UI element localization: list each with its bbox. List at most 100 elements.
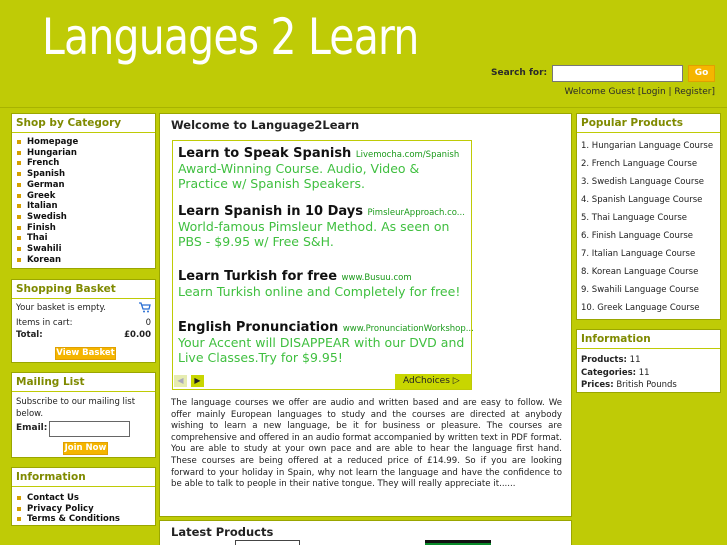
category-box: Shop by Category Homepage Hungarian Fren… [11, 113, 156, 269]
latest-products-box: Latest Products [159, 520, 572, 545]
category-item[interactable]: Homepage [16, 137, 151, 148]
site-logo[interactable]: Languages 2 Learn [42, 8, 419, 66]
info-products-value: 11 [629, 355, 641, 365]
view-basket-button[interactable]: View Basket [55, 347, 116, 360]
product-thumbnail[interactable] [235, 540, 300, 545]
info-categories-row: Categories: 11 [577, 367, 720, 380]
search-go-button[interactable]: Go [688, 65, 715, 82]
search-label: Search for: [491, 68, 548, 78]
basket-items-value: 0 [145, 318, 151, 328]
category-list: Homepage Hungarian French Spanish German… [12, 133, 155, 265]
popular-item[interactable]: 2. French Language Course [581, 155, 716, 173]
popular-title: Popular Products [577, 114, 720, 133]
category-item[interactable]: Hungarian [16, 148, 151, 159]
mailing-text: Subscribe to our mailing list below. [16, 397, 136, 419]
category-item[interactable]: Swahili [16, 244, 151, 255]
ad-item[interactable]: English Pronunciation www.PronunciationW… [178, 320, 474, 365]
popular-item[interactable]: 8. Korean Language Course [581, 263, 716, 281]
ad-item[interactable]: Learn to Speak Spanish Livemocha.com/Spa… [178, 146, 459, 191]
adchoices-badge[interactable]: AdChoices ▷ [395, 374, 471, 389]
category-item[interactable]: Finish [16, 223, 151, 234]
ad-url[interactable]: www.PronunciationWorkshop... [343, 324, 474, 334]
popular-box: Popular Products 1. Hungarian Language C… [576, 113, 721, 320]
product-thumbnail[interactable] [425, 540, 491, 545]
info-link[interactable]: Privacy Policy [16, 504, 151, 515]
ad-url[interactable]: Livemocha.com/Spanish [356, 150, 459, 160]
info-products-label: Products: [581, 355, 627, 365]
info-categories-value: 11 [638, 367, 650, 378]
basket-empty-text: Your basket is empty. [16, 303, 107, 313]
popular-list: 1. Hungarian Language Course 2. French L… [577, 133, 720, 317]
welcome-suffix: ] [711, 87, 715, 97]
register-link[interactable]: Register [674, 87, 711, 97]
info-left-title: Information [12, 468, 155, 487]
info-prices-value: British Pounds [616, 380, 677, 390]
login-link[interactable]: Login [641, 87, 665, 97]
info-right-box: Information Products: 11 Categories: 11 … [576, 329, 721, 393]
intro-paragraph: The language courses we offer are audio … [171, 398, 562, 490]
category-item[interactable]: Greek [16, 191, 151, 202]
mailing-box: Mailing List Subscribe to our mailing li… [11, 372, 156, 458]
ad-body: Learn Turkish online and Completely for … [178, 284, 461, 299]
ad-headline-row: English Pronunciation www.PronunciationW… [178, 320, 474, 335]
info-link[interactable]: Contact Us [16, 493, 151, 504]
basket-box: Shopping Basket Your basket is empty. It… [11, 279, 156, 363]
site-header: Languages 2 Learn Search for: Go Welcome… [0, 0, 727, 108]
category-item[interactable]: Korean [16, 255, 151, 266]
ad-url[interactable]: PimsleurApproach.co... [368, 208, 465, 218]
category-item[interactable]: Spanish [16, 169, 151, 180]
popular-item[interactable]: 5. Thai Language Course [581, 209, 716, 227]
basket-items-label: Items in cart: [16, 318, 73, 328]
popular-item[interactable]: 3. Swedish Language Course [581, 173, 716, 191]
ad-headline-row: Learn Turkish for free www.Busuu.com [178, 269, 468, 284]
basket-total-label: Total: [16, 330, 43, 340]
popular-item[interactable]: 1. Hungarian Language Course [581, 137, 716, 155]
ad-block: Learn to Speak Spanish Livemocha.com/Spa… [172, 140, 474, 390]
basket-total-row: Total: £0.00 [12, 329, 155, 341]
ad-next-arrow-icon[interactable]: ▶ [191, 375, 204, 387]
info-products-row: Products: 11 [577, 349, 720, 367]
ad-item[interactable]: Learn Spanish in 10 Days PimsleurApproac… [178, 204, 468, 249]
ad-body: World-famous Pimsleur Method. As seen on… [178, 219, 450, 249]
basket-title: Shopping Basket [12, 280, 155, 299]
popular-item[interactable]: 10. Greek Language Course [581, 299, 716, 317]
ad-body: Award-Winning Course. Audio, Video & Pra… [178, 161, 420, 191]
popular-item[interactable]: 4. Spanish Language Course [581, 191, 716, 209]
info-left-list: Contact Us Privacy Policy Terms & Condit… [12, 487, 155, 525]
basket-items-row: Items in cart: 0 [12, 317, 155, 329]
basket-empty-row: Your basket is empty. [12, 299, 155, 314]
info-link[interactable]: Terms & Conditions [16, 514, 151, 525]
popular-item[interactable]: 6. Finish Language Course [581, 227, 716, 245]
email-label: Email: [16, 423, 48, 433]
ad-url[interactable]: www.Busuu.com [342, 273, 412, 283]
info-right-title: Information [577, 330, 720, 349]
cart-icon [139, 302, 151, 313]
info-left-box: Information Contact Us Privacy Policy Te… [11, 467, 156, 526]
adchoices-label: AdChoices [403, 376, 450, 386]
ad-headline[interactable]: English Pronunciation [178, 320, 338, 335]
popular-item[interactable]: 7. Italian Language Course [581, 245, 716, 263]
ad-headline[interactable]: Learn Spanish in 10 Days [178, 204, 363, 219]
ad-headline[interactable]: Learn Turkish for free [178, 269, 337, 284]
ad-prev-arrow-icon[interactable]: ◀ [174, 375, 187, 387]
ad-headline-row: Learn to Speak Spanish Livemocha.com/Spa… [178, 146, 459, 161]
basket-total-value: £0.00 [124, 330, 151, 340]
category-item[interactable]: Italian [16, 201, 151, 212]
ad-headline-row: Learn Spanish in 10 Days PimsleurApproac… [178, 204, 468, 219]
info-categories-label: Categories: [581, 367, 637, 378]
popular-item[interactable]: 9. Swahili Language Course [581, 281, 716, 299]
ad-body: Your Accent will DISAPPEAR with our DVD … [178, 335, 465, 365]
join-now-button[interactable]: Join Now [63, 442, 108, 455]
ad-headline[interactable]: Learn to Speak Spanish [178, 146, 351, 161]
email-field[interactable] [49, 421, 130, 437]
category-item[interactable]: German [16, 180, 151, 191]
adchoices-icon: ▷ [452, 376, 460, 386]
mailing-title: Mailing List [12, 373, 155, 392]
info-prices-label: Prices: [581, 380, 614, 390]
category-item[interactable]: French [16, 158, 151, 169]
category-item[interactable]: Thai [16, 233, 151, 244]
search-input[interactable] [552, 65, 683, 82]
ad-item[interactable]: Learn Turkish for free www.Busuu.com Lea… [178, 269, 468, 299]
category-item[interactable]: Swedish [16, 212, 151, 223]
welcome-text: Welcome Guest [Login | Register] [565, 87, 715, 97]
